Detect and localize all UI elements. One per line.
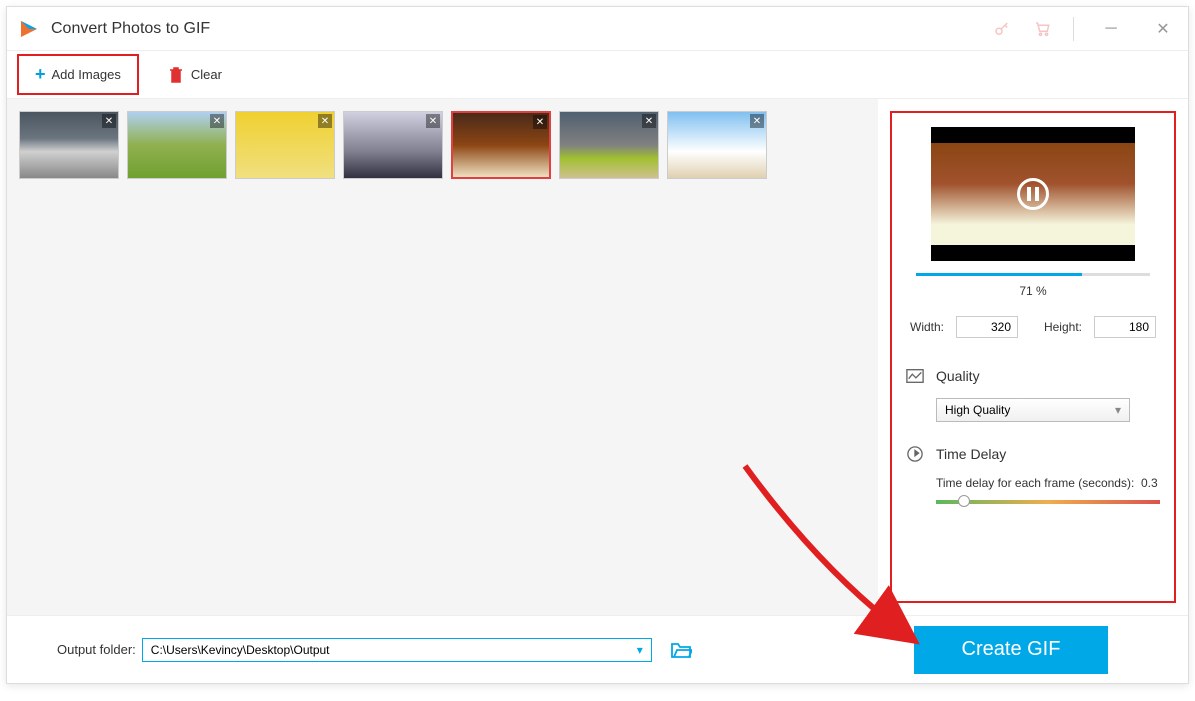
key-icon[interactable] [993, 20, 1011, 38]
quality-select[interactable]: High Quality ▾ [936, 398, 1130, 422]
remove-thumb-icon[interactable]: ✕ [642, 114, 656, 128]
output-path-value: C:\Users\Kevincy\Desktop\Output [151, 643, 330, 657]
pause-icon [1027, 187, 1039, 201]
window-title: Convert Photos to GIF [51, 20, 993, 38]
remove-thumb-icon[interactable]: ✕ [318, 114, 332, 128]
pause-button[interactable] [1017, 178, 1049, 210]
delay-label: Time delay for each frame (seconds): [936, 476, 1134, 490]
plus-icon: + [35, 64, 46, 85]
thumbnail[interactable]: ✕ [19, 111, 119, 179]
width-input[interactable] [956, 316, 1018, 338]
width-label: Width: [910, 320, 944, 334]
thumbnail[interactable]: ✕ [451, 111, 551, 179]
create-gif-label: Create GIF [962, 638, 1061, 661]
close-button[interactable]: ✕ [1148, 14, 1178, 44]
timedelay-section-title: Time Delay [936, 446, 1006, 462]
thumbnail[interactable]: ✕ [235, 111, 335, 179]
output-folder-select[interactable]: C:\Users\Kevincy\Desktop\Output ▾ [142, 638, 652, 662]
progress-bar[interactable] [916, 273, 1150, 276]
titlebar: Convert Photos to GIF ─ ✕ [7, 7, 1188, 51]
quality-value: High Quality [945, 403, 1010, 417]
delay-value: 0.3 [1141, 476, 1158, 490]
delay-slider[interactable] [936, 500, 1160, 504]
height-input[interactable] [1094, 316, 1156, 338]
output-folder-label: Output folder: [57, 642, 136, 657]
cart-icon[interactable] [1033, 20, 1051, 38]
add-images-button[interactable]: + Add Images [17, 54, 139, 95]
thumbnail[interactable]: ✕ [127, 111, 227, 179]
remove-thumb-icon[interactable]: ✕ [750, 114, 764, 128]
toolbar: + Add Images Clear [7, 51, 1188, 99]
remove-thumb-icon[interactable]: ✕ [210, 114, 224, 128]
annotation-arrow [735, 456, 945, 666]
slider-thumb[interactable] [958, 495, 970, 507]
clear-label: Clear [191, 67, 222, 82]
browse-folder-icon[interactable] [670, 641, 692, 659]
add-images-label: Add Images [52, 67, 121, 82]
remove-thumb-icon[interactable]: ✕ [426, 114, 440, 128]
quality-icon [906, 368, 924, 384]
clear-button[interactable]: Clear [169, 67, 222, 83]
minimize-button[interactable]: ─ [1096, 14, 1126, 44]
bottom-bar: Output folder: C:\Users\Kevincy\Desktop\… [7, 615, 1188, 683]
chevron-down-icon: ▾ [1115, 403, 1121, 417]
thumbnail[interactable]: ✕ [343, 111, 443, 179]
chevron-down-icon: ▾ [637, 643, 643, 657]
app-logo-icon [17, 17, 41, 41]
remove-thumb-icon[interactable]: ✕ [102, 114, 116, 128]
trash-icon [169, 67, 183, 83]
progress-label: 71 % [906, 284, 1160, 298]
preview-image [931, 127, 1135, 261]
thumbnail[interactable]: ✕ [559, 111, 659, 179]
quality-section-title: Quality [936, 368, 980, 384]
remove-thumb-icon[interactable]: ✕ [533, 115, 547, 129]
height-label: Height: [1044, 320, 1082, 334]
thumbnail[interactable]: ✕ [667, 111, 767, 179]
